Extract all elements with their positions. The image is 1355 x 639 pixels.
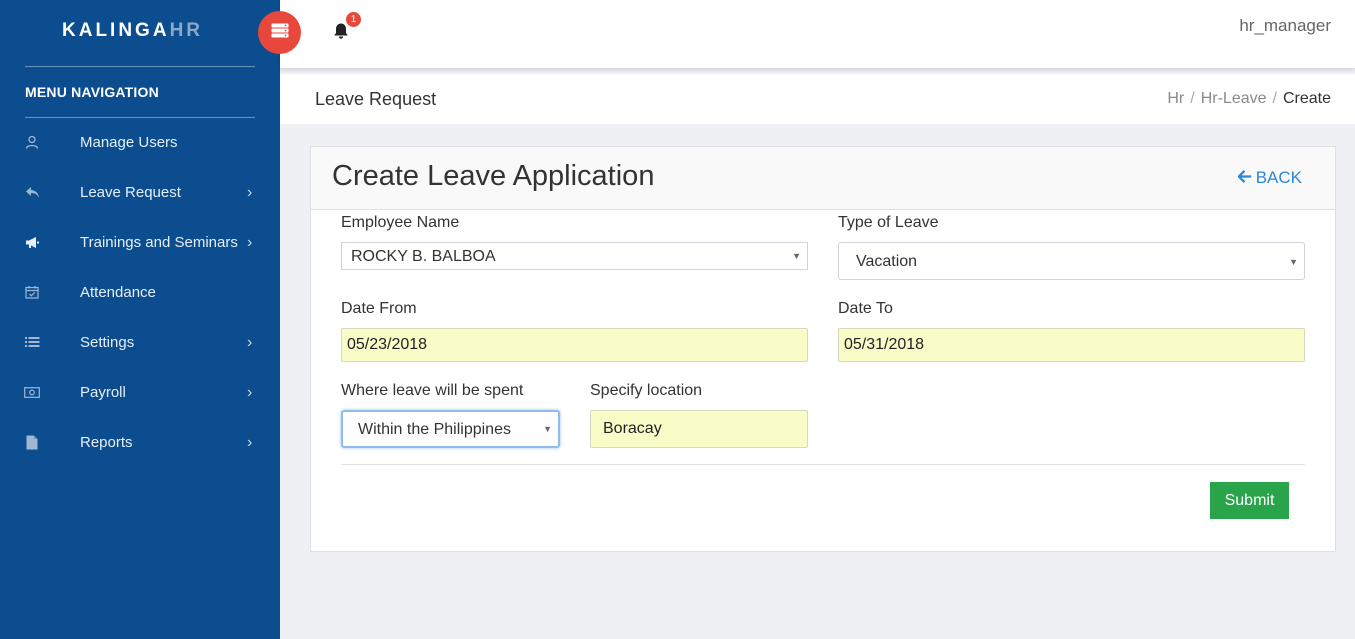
brand-name-part1: KALINGA — [62, 20, 170, 41]
sidebar-item-attendance[interactable]: Attendance — [0, 268, 280, 318]
where-spent-select[interactable]: Within the Philippines ▼ — [341, 410, 560, 448]
reply-icon — [24, 184, 40, 200]
sidebar-item-reports[interactable]: Reports › — [0, 418, 280, 468]
money-icon — [24, 384, 40, 400]
location-input[interactable]: Boracay — [590, 410, 808, 448]
breadcrumb-link-hr-leave[interactable]: Hr-Leave — [1201, 90, 1267, 108]
brand-logo[interactable]: KALINGAHR — [62, 20, 203, 42]
card-header: Create Leave Application BACK — [311, 147, 1335, 210]
breadcrumb-separator: / — [1190, 90, 1195, 107]
caret-down-icon: ▼ — [1289, 257, 1298, 267]
chevron-right-icon: › — [247, 234, 253, 251]
sidebar: KALINGAHR MENU NAVIGATION Manage Users L… — [0, 0, 280, 639]
back-label: BACK — [1255, 168, 1302, 187]
sidebar-item-label: Leave Request — [80, 184, 181, 201]
type-of-leave-value: Vacation — [856, 253, 918, 270]
sidebar-item-trainings-and-seminars[interactable]: Trainings and Seminars › — [0, 218, 280, 268]
sidebar-item-label: Trainings and Seminars — [80, 234, 238, 251]
menu-toggle-button[interactable] — [258, 11, 301, 54]
employee-name-value: ROCKY B. BALBOA — [351, 248, 496, 265]
submit-button[interactable]: Submit — [1210, 482, 1289, 519]
sidebar-item-leave-request[interactable]: Leave Request › — [0, 168, 280, 218]
breadcrumb: Hr / Hr-Leave / Create — [1167, 90, 1331, 108]
form-divider — [341, 464, 1305, 465]
notification-badge: 1 — [346, 12, 361, 27]
specify-location-label: Specify location — [590, 382, 703, 399]
sidebar-item-label: Payroll — [80, 384, 126, 401]
date-to-label: Date To — [838, 300, 893, 317]
calendar-check-icon — [24, 284, 40, 300]
where-spent-value: Within the Philippines — [358, 421, 511, 438]
caret-down-icon: ▼ — [543, 424, 552, 434]
sidebar-item-label: Settings — [80, 334, 135, 351]
sidebar-item-manage-users[interactable]: Manage Users — [0, 118, 280, 168]
sidebar-divider — [25, 66, 255, 67]
back-button[interactable]: BACK — [1236, 168, 1302, 188]
leave-application-card: Create Leave Application BACK Employee N… — [310, 146, 1336, 552]
date-from-label: Date From — [341, 300, 417, 317]
where-spent-label: Where leave will be spent — [341, 382, 524, 399]
caret-down-icon: ▼ — [792, 251, 801, 261]
employee-name-label: Employee Name — [341, 214, 460, 231]
chevron-right-icon: › — [247, 334, 253, 351]
sidebar-item-label: Reports — [80, 434, 133, 451]
date-from-input[interactable]: 05/23/2018 — [341, 328, 808, 362]
server-icon — [271, 23, 289, 43]
megaphone-icon — [24, 234, 40, 250]
arrow-left-icon — [1236, 168, 1252, 188]
form-title: Create Leave Application — [332, 160, 655, 192]
type-of-leave-label: Type of Leave — [838, 214, 939, 231]
breadcrumb-separator: / — [1272, 90, 1277, 107]
date-to-input[interactable]: 05/31/2018 — [838, 328, 1305, 362]
employee-name-select[interactable]: ROCKY B. BALBOA ▼ — [341, 242, 808, 270]
list-icon — [24, 334, 40, 350]
sidebar-item-payroll[interactable]: Payroll › — [0, 368, 280, 418]
sidebar-item-settings[interactable]: Settings › — [0, 318, 280, 368]
sidebar-item-label: Manage Users — [80, 134, 178, 151]
menu-navigation-title: MENU NAVIGATION — [25, 84, 159, 100]
breadcrumb-current: Create — [1282, 90, 1331, 107]
sidebar-item-label: Attendance — [80, 284, 156, 301]
file-icon — [24, 434, 40, 450]
page-header: Leave Request Hr / Hr-Leave / Create — [280, 74, 1355, 124]
chevron-right-icon: › — [247, 184, 253, 201]
user-menu[interactable]: hr_manager — [1239, 16, 1331, 36]
chevron-right-icon: › — [247, 434, 253, 451]
breadcrumb-link-hr[interactable]: Hr — [1167, 90, 1184, 108]
page-title: Leave Request — [315, 89, 437, 109]
top-bar: 1 hr_manager — [280, 0, 1355, 68]
brand-name-part2: HR — [169, 20, 204, 41]
user-icon — [24, 134, 40, 150]
type-of-leave-select[interactable]: Vacation ▼ — [838, 242, 1305, 280]
chevron-right-icon: › — [247, 384, 253, 401]
